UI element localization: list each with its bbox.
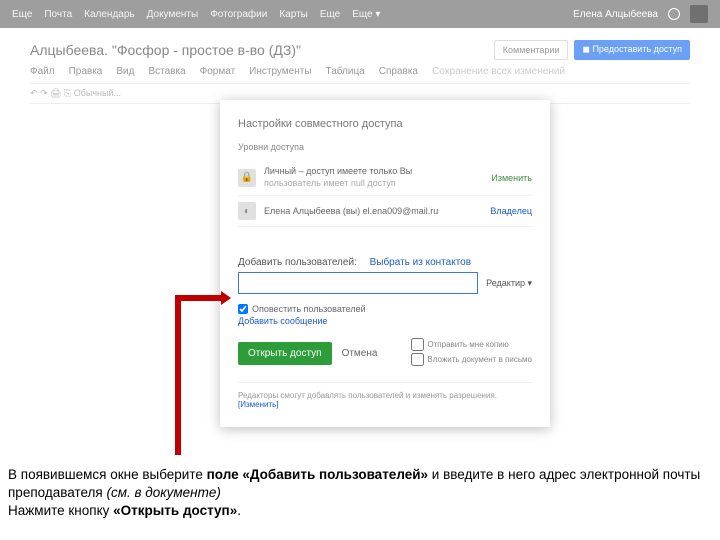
gear-icon[interactable] xyxy=(668,8,680,20)
comments-button[interactable]: Комментарии xyxy=(494,40,569,60)
dialog-footer: Редакторы смогут добавлять пользователей… xyxy=(238,382,532,409)
nav-item[interactable]: Календарь xyxy=(84,9,134,20)
add-users-section: Добавить пользователей: Выбрать из конта… xyxy=(238,257,532,368)
lock-icon: 🔒 xyxy=(238,169,256,187)
contacts-link[interactable]: Выбрать из контактов xyxy=(370,257,471,268)
nav-item[interactable]: Почта xyxy=(44,9,72,20)
access-levels-label: Уровни доступа xyxy=(238,142,532,152)
dialog-title: Настройки совместного доступа xyxy=(238,118,532,130)
access-row: 🔒 Личный – доступ имеете только Вы польз… xyxy=(238,160,532,196)
menu-item[interactable]: Вставка xyxy=(148,66,185,77)
menu-item[interactable]: Вид xyxy=(116,66,134,77)
nav-item[interactable]: Еще ▾ xyxy=(352,9,380,20)
notify-check-input[interactable] xyxy=(238,304,248,314)
menu-item[interactable]: Таблица xyxy=(326,66,365,77)
open-access-button[interactable]: Открыть доступ xyxy=(238,342,332,365)
menu-item[interactable]: Правка xyxy=(69,66,103,77)
annotation-arrow xyxy=(175,295,225,455)
top-navbar: Еще Почта Календарь Документы Фотографии… xyxy=(0,0,720,28)
save-status: Сохранение всех изменений xyxy=(432,66,565,77)
cancel-button[interactable]: Отмена xyxy=(342,348,378,359)
sharing-dialog: Настройки совместного доступа Уровни дос… xyxy=(220,100,550,427)
nav-item[interactable]: Еще xyxy=(12,9,32,20)
user-name[interactable]: Елена Алцыбеева xyxy=(573,9,658,20)
send-copy-checkbox[interactable]: Отправить мне копию xyxy=(411,338,532,351)
nav-item[interactable]: Еще xyxy=(320,9,340,20)
user-row: ◐ Елена Алцыбеева (вы) el.ena009@mail.ru… xyxy=(238,196,532,227)
add-users-label: Добавить пользователей: xyxy=(238,257,357,268)
nav-item[interactable]: Карты xyxy=(279,9,308,20)
owner-label: Владелец xyxy=(490,206,532,216)
user-icon: ◐ xyxy=(238,202,256,220)
add-message-link[interactable]: Добавить сообщение xyxy=(238,316,532,326)
avatar[interactable] xyxy=(690,5,708,23)
menu-item[interactable]: Справка xyxy=(379,66,418,77)
add-users-input[interactable] xyxy=(238,272,478,294)
instruction-caption: В появившемся окне выберите поле «Добави… xyxy=(8,466,712,521)
nav-item[interactable]: Фотографии xyxy=(210,9,267,20)
attach-doc-checkbox[interactable]: Вложить документ в письмо xyxy=(411,353,532,366)
share-button[interactable]: ◼ Предоставить доступ xyxy=(574,40,690,60)
nav-item[interactable]: Документы xyxy=(147,9,199,20)
access-info: Личный – доступ имеете только Вы пользов… xyxy=(264,166,483,189)
menu-item[interactable]: Формат xyxy=(200,66,236,77)
permission-dropdown[interactable]: Редактир ▾ xyxy=(486,278,532,289)
menu-bar: Файл Правка Вид Вставка Формат Инструмен… xyxy=(30,66,690,77)
change-perms-link[interactable]: [Изменить] xyxy=(238,400,279,409)
menu-item[interactable]: Инструменты xyxy=(249,66,311,77)
notify-checkbox[interactable]: Оповестить пользователей xyxy=(238,304,532,314)
nav-links: Еще Почта Календарь Документы Фотографии… xyxy=(12,9,573,20)
menu-item[interactable]: Файл xyxy=(30,66,55,77)
user-info: Елена Алцыбеева (вы) el.ena009@mail.ru xyxy=(264,206,482,218)
change-link[interactable]: Изменить xyxy=(491,173,532,183)
